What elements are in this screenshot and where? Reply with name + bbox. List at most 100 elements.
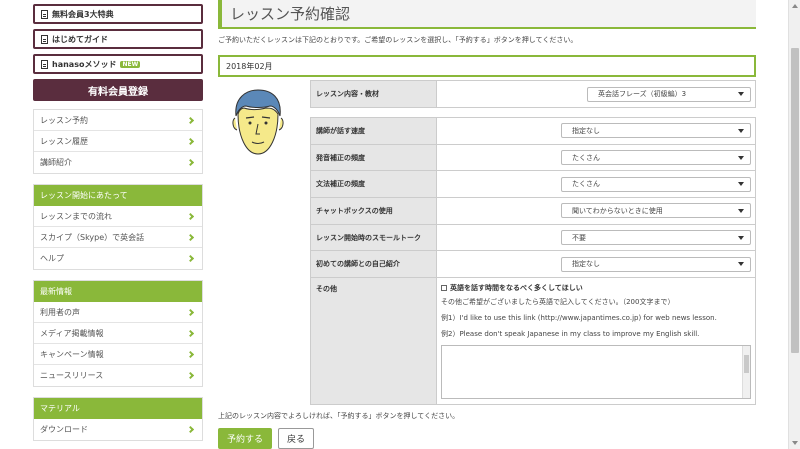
chatbox-label: チャットボックスの使用 — [310, 197, 437, 225]
menu-item-label: ニュースリリース — [40, 371, 104, 380]
select-value: 不要 — [572, 233, 586, 242]
chevron-right-icon — [186, 350, 195, 358]
menu-item-label: レッスンまでの流れ — [40, 211, 112, 221]
paid-register-button[interactable]: 有料会員登録 — [33, 79, 203, 101]
grammar-label: 文法補正の頻度 — [310, 170, 437, 199]
menu-item-label: 利用者の声 — [40, 307, 80, 317]
other-label: その他 — [310, 277, 437, 406]
scroll-up-icon[interactable] — [792, 4, 798, 8]
menu-item-teachers[interactable]: 講師紹介 — [34, 152, 202, 173]
select-value: 指定なし — [572, 126, 600, 135]
menu-group-news: 最新情報 利用者の声 メディア掲載情報 キャンペーン情報 ニュースリリース — [33, 280, 203, 387]
chevron-down-icon — [738, 208, 744, 213]
chevron-down-icon — [738, 182, 744, 187]
month-header: 2018年02月 — [218, 55, 756, 77]
menu-item-label: レッスン履歴 — [40, 136, 88, 146]
chevron-right-icon — [186, 158, 195, 167]
menu-item-media[interactable]: メディア掲載情報 — [34, 323, 202, 344]
menu-item-campaign[interactable]: キャンペーン情報 — [34, 344, 202, 365]
pronunciation-select[interactable]: たくさん — [561, 150, 751, 166]
checkbox-label: 英語を話す時間をなるべく多くしてほしい — [450, 284, 583, 293]
chevron-right-icon — [186, 212, 195, 220]
chevron-right-icon — [186, 371, 195, 380]
chevron-down-icon — [738, 235, 744, 240]
self-intro-label: 初めての講師との自己紹介 — [310, 250, 437, 279]
scroll-thumb[interactable] — [791, 48, 799, 353]
pronunciation-label: 発音補正の頻度 — [310, 143, 437, 172]
page-scrollbar[interactable] — [788, 0, 800, 449]
document-icon — [41, 9, 48, 19]
chevron-right-icon — [186, 329, 195, 337]
chatbox-select[interactable]: 聞いてわからないときに使用 — [561, 203, 751, 219]
example-2: 例2）Please don't speak Japanese in my cla… — [441, 330, 700, 339]
speed-label: 講師が話す速度 — [310, 117, 437, 145]
menu-item-label: ヘルプ — [40, 254, 64, 263]
menu-group-heading: マテリアル — [34, 398, 202, 419]
more-speaking-checkbox[interactable] — [441, 285, 447, 292]
small-talk-label: レッスン開始時のスモールトーク — [310, 223, 437, 252]
other-requests-textarea[interactable] — [441, 345, 751, 400]
content-label: レッスン内容・教材 — [310, 80, 437, 108]
select-value: たくさん — [572, 153, 600, 162]
textarea-scrollbar[interactable] — [742, 346, 750, 399]
preferences-table: 講師が話す速度 指定なし 発音補正の頻度 たくさん 文法補正の頻度 たくさん チ… — [310, 117, 756, 406]
menu-group-start: レッスン開始にあたって レッスンまでの流れ スカイプ（Skype）で英会話 ヘル… — [33, 184, 203, 270]
guide-label: はじめてガイド — [52, 34, 108, 44]
confirm-text: 上記のレッスン内容でよろしければ、「予約する」ボタンを押してください。 — [218, 412, 460, 420]
benefits-button[interactable]: 無料会員3大特典 — [33, 4, 203, 24]
main-content: レッスン予約確認 ご予約いただくレッスンは下記のとおりです。ご希望のレッスンを選… — [218, 0, 756, 449]
select-value: 聞いてわからないときに使用 — [572, 206, 663, 215]
select-value: 英会話フレーズ（初級編）3 — [598, 90, 687, 98]
scroll-down-icon[interactable] — [792, 441, 798, 445]
menu-item-history[interactable]: レッスン履歴 — [34, 131, 202, 152]
chevron-down-icon — [738, 92, 744, 96]
teacher-avatar — [232, 89, 284, 155]
main-menu: レッスン予約 レッスン履歴 講師紹介 — [33, 109, 203, 174]
chevron-down-icon — [738, 128, 744, 133]
intro-text: ご予約いただくレッスンは下記のとおりです。ご希望のレッスンを選択し、「予約する」… — [218, 36, 578, 44]
menu-item-flow[interactable]: レッスンまでの流れ — [34, 206, 202, 227]
chevron-right-icon — [186, 254, 195, 263]
page-title: レッスン予約確認 — [218, 0, 756, 27]
other-note: その他ご希望がございましたら英語で記入してください。（200文字まで） — [441, 298, 675, 307]
select-value: たくさん — [572, 180, 600, 189]
chevron-down-icon — [738, 155, 744, 160]
new-badge: NEW — [120, 60, 141, 68]
lesson-content-select[interactable]: 英会話フレーズ（初級編）3 — [587, 86, 751, 102]
chevron-right-icon — [186, 308, 195, 316]
speed-select[interactable]: 指定なし — [561, 123, 751, 139]
chevron-down-icon — [738, 262, 744, 267]
select-value: 指定なし — [572, 260, 600, 269]
menu-group-heading: 最新情報 — [34, 281, 202, 302]
menu-item-label: スカイプ（Skype）で英会話 — [40, 232, 145, 242]
document-icon — [41, 59, 48, 69]
menu-item-label: レッスン予約 — [40, 115, 88, 125]
menu-item-news-release[interactable]: ニュースリリース — [34, 365, 202, 386]
menu-group-heading: レッスン開始にあたって — [34, 185, 202, 206]
document-icon — [41, 34, 48, 44]
reserve-button[interactable]: 予約する — [218, 428, 272, 449]
content-table: レッスン内容・教材 英会話フレーズ（初級編）3 — [310, 80, 756, 108]
menu-item-label: キャンペーン情報 — [40, 349, 104, 359]
menu-group-material: マテリアル ダウンロード — [33, 397, 203, 441]
menu-item-label: 講師紹介 — [40, 158, 72, 167]
grammar-select[interactable]: たくさん — [561, 176, 751, 192]
menu-item-download[interactable]: ダウンロード — [34, 419, 202, 440]
menu-item-label: ダウンロード — [40, 425, 88, 434]
menu-item-reserve[interactable]: レッスン予約 — [34, 110, 202, 131]
chevron-right-icon — [186, 233, 195, 241]
small-talk-select[interactable]: 不要 — [561, 230, 751, 246]
sidebar: 無料会員3大特典 はじめてガイド hanasoメソッド NEW 有料会員登録 レ… — [33, 0, 203, 441]
example-1: 例1）I'd like to use this link (http://www… — [441, 314, 717, 323]
menu-item-skype[interactable]: スカイプ（Skype）で英会話 — [34, 227, 202, 248]
benefits-label: 無料会員3大特典 — [52, 9, 114, 19]
method-button[interactable]: hanasoメソッド NEW — [33, 54, 203, 74]
chevron-right-icon — [186, 116, 195, 124]
menu-item-voices[interactable]: 利用者の声 — [34, 302, 202, 323]
guide-button[interactable]: はじめてガイド — [33, 29, 203, 49]
self-intro-select[interactable]: 指定なし — [561, 256, 751, 272]
menu-item-label: メディア掲載情報 — [40, 328, 104, 338]
back-button[interactable]: 戻る — [278, 428, 314, 449]
menu-item-help[interactable]: ヘルプ — [34, 248, 202, 269]
title-divider — [218, 27, 756, 29]
